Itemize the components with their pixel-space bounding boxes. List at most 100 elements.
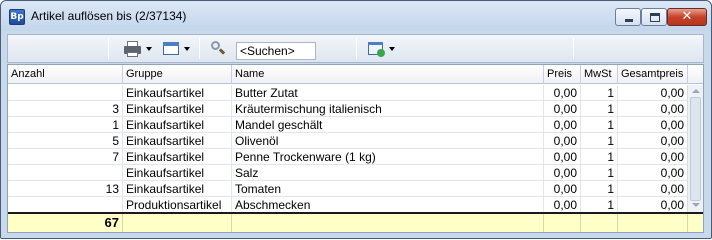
cell-preis: 0,00 [544, 133, 581, 149]
toolbar-separator [199, 38, 200, 59]
cell-anzahl: 5 [8, 133, 123, 149]
table-view-dropdown-arrow-icon[interactable] [184, 47, 190, 51]
toolbar-separator [356, 38, 357, 59]
table-row[interactable]: Einkaufsartikel Butter Zutat 0,00 1 0,00 [8, 85, 688, 101]
summary-cell [581, 214, 618, 232]
search-input[interactable] [236, 42, 316, 60]
cell-preis: 0,00 [544, 197, 581, 213]
cell-gruppe: Einkaufsartikel [123, 101, 232, 117]
cell-anzahl: 1 [8, 117, 123, 133]
scroll-down-icon[interactable] [692, 203, 700, 207]
minimize-icon [625, 19, 633, 22]
table-row[interactable]: 13 Einkaufsartikel Tomaten 0,00 1 0,00 [8, 181, 688, 197]
cell-gruppe: Einkaufsartikel [123, 165, 232, 181]
export-icon-badge [377, 49, 385, 57]
magnifier-icon-handle [218, 48, 226, 55]
cell-preis: 0,00 [544, 165, 581, 181]
export-dropdown-arrow-icon[interactable] [389, 47, 395, 51]
toolbar-separator [573, 38, 574, 59]
cell-gruppe: Einkaufsartikel [123, 181, 232, 197]
column-header-name[interactable]: Name [232, 65, 544, 84]
table-row[interactable]: 1 Einkaufsartikel Mandel geschält 0,00 1 0,00 [8, 117, 688, 133]
vertical-scrollbar[interactable] [687, 85, 703, 212]
summary-cell [544, 214, 581, 232]
title-bar[interactable]: Bp Artikel auflösen bis (2/37134) ✕ [1, 1, 711, 31]
cell-preis: 0,00 [544, 85, 581, 101]
column-header-anzahl[interactable]: Anzahl [8, 65, 123, 84]
table-row[interactable]: 5 Einkaufsartikel Olivenöl 0,00 1 0,00 [8, 133, 688, 149]
printer-icon-tray [127, 52, 138, 57]
cell-anzahl [8, 165, 123, 181]
cell-gesamtpreis: 0,00 [618, 165, 688, 181]
summary-anzahl-total: 67 [8, 214, 123, 232]
cell-anzahl: 13 [8, 181, 123, 197]
cell-anzahl: 3 [8, 101, 123, 117]
summary-cell [232, 214, 544, 232]
cell-gruppe: Einkaufsartikel [123, 85, 232, 101]
column-header-gruppe[interactable]: Gruppe [123, 65, 232, 84]
table-view-icon-header [163, 42, 179, 46]
column-header-spacer [688, 65, 703, 84]
cell-gruppe: Produktionsartikel [123, 197, 232, 213]
cell-gruppe: Einkaufsartikel [123, 133, 232, 149]
cell-name: Tomaten [232, 181, 544, 197]
cell-name: Butter Zutat [232, 85, 544, 101]
cell-name: Olivenöl [232, 133, 544, 149]
cell-mwst: 1 [581, 149, 618, 165]
cell-anzahl: 7 [8, 149, 123, 165]
cell-gesamtpreis: 0,00 [618, 101, 688, 117]
cell-gesamtpreis: 0,00 [618, 85, 688, 101]
cell-gesamtpreis: 0,00 [618, 117, 688, 133]
scrollbar-thumb[interactable] [690, 97, 701, 201]
summary-row: 67 [8, 212, 703, 232]
print-button[interactable] [122, 40, 144, 58]
summary-cell [123, 214, 232, 232]
cell-mwst: 1 [581, 197, 618, 213]
app-window: Bp Artikel auflösen bis (2/37134) ✕ <Suc… [0, 0, 712, 239]
cell-name: Salz [232, 165, 544, 181]
search-button[interactable] [210, 40, 226, 58]
cell-mwst: 1 [581, 117, 618, 133]
minimize-button[interactable] [615, 8, 641, 26]
table-row[interactable]: Einkaufsartikel Salz 0,00 1 0,00 [8, 165, 688, 181]
column-header-gesamtpreis[interactable]: Gesamtpreis [618, 65, 688, 84]
cell-gesamtpreis: 0,00 [618, 149, 688, 165]
cell-mwst: 1 [581, 101, 618, 117]
cell-preis: 0,00 [544, 181, 581, 197]
article-grid: Anzahl Gruppe Name Preis MwSt Gesamtprei… [7, 64, 704, 233]
cell-anzahl [8, 85, 123, 101]
close-button[interactable]: ✕ [667, 8, 707, 26]
cell-anzahl [8, 197, 123, 213]
cell-name: Mandel geschält [232, 117, 544, 133]
export-icon-header [368, 42, 383, 45]
cell-gesamtpreis: 0,00 [618, 133, 688, 149]
table-row[interactable]: 3 Einkaufsartikel Kräutermischung italieni… [8, 101, 688, 117]
table-row[interactable]: 7 Einkaufsartikel Penne Trockenware (1 kg)… [8, 149, 688, 165]
app-logo-icon: Bp [9, 9, 25, 25]
cell-mwst: 1 [581, 85, 618, 101]
table-view-button[interactable] [163, 40, 181, 58]
toolbar-separator [108, 38, 109, 59]
cell-gruppe: Einkaufsartikel [123, 149, 232, 165]
maximize-icon [650, 13, 660, 22]
cell-gruppe: Einkaufsartikel [123, 117, 232, 133]
cell-preis: 0,00 [544, 149, 581, 165]
table-row[interactable]: Produktionsartikel Abschmecken 0,00 1 0,00 [8, 197, 688, 213]
cell-mwst: 1 [581, 165, 618, 181]
toolbar [7, 34, 704, 63]
maximize-button[interactable] [641, 8, 667, 26]
cell-name: Abschmecken [232, 197, 544, 213]
cell-gesamtpreis: 0,00 [618, 197, 688, 213]
print-dropdown-arrow-icon[interactable] [146, 47, 152, 51]
cell-mwst: 1 [581, 133, 618, 149]
column-header-preis[interactable]: Preis [544, 65, 581, 84]
scroll-up-icon[interactable] [692, 89, 700, 93]
close-icon: ✕ [681, 9, 693, 24]
column-header-mwst[interactable]: MwSt [581, 65, 618, 84]
cell-mwst: 1 [581, 181, 618, 197]
summary-cell [618, 214, 688, 232]
cell-gesamtpreis: 0,00 [618, 181, 688, 197]
export-button[interactable] [368, 40, 388, 58]
cell-preis: 0,00 [544, 117, 581, 133]
cell-name: Kräutermischung italienisch [232, 101, 544, 117]
